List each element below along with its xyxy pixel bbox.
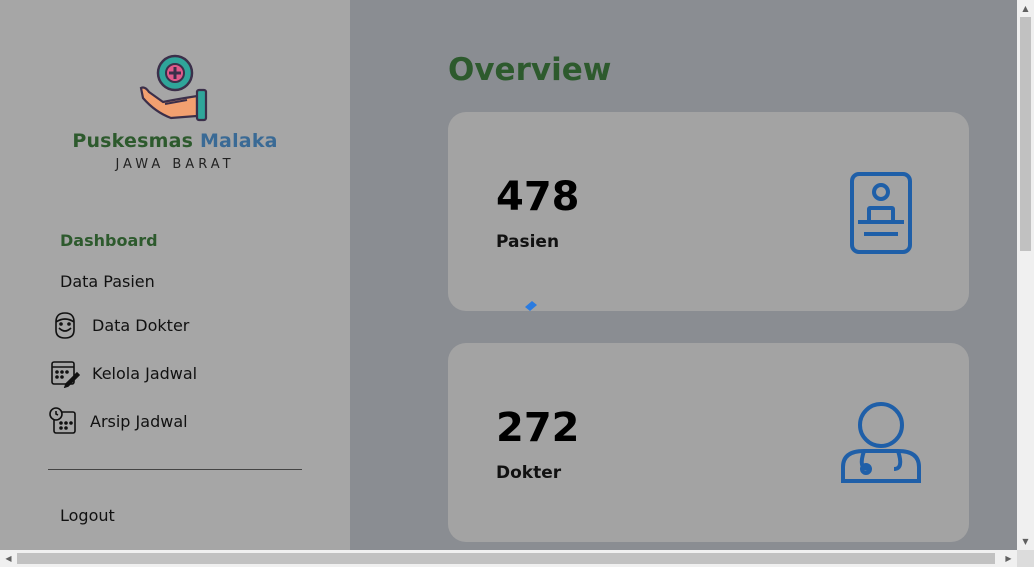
sidebar-item-label: Data Pasien bbox=[60, 271, 155, 291]
sidebar-item-kelola-jadwal[interactable]: Kelola Jadwal bbox=[50, 356, 197, 390]
brand-name: Puskesmas Malaka bbox=[0, 130, 350, 152]
horizontal-scroll-thumb[interactable] bbox=[17, 553, 995, 564]
stat-value: 272 bbox=[496, 405, 580, 451]
stat-card-pasien: 478 Pasien bbox=[448, 112, 969, 311]
stat-label: Pasien bbox=[496, 232, 560, 252]
scroll-down-icon[interactable]: ▼ bbox=[1017, 533, 1034, 550]
sidebar-item-arsip-jadwal[interactable]: Arsip Jadwal bbox=[48, 404, 188, 438]
sidebar-item-label: Arsip Jadwal bbox=[90, 411, 188, 431]
clock-calendar-icon bbox=[48, 406, 78, 436]
calendar-edit-icon bbox=[50, 358, 80, 388]
scroll-left-icon[interactable]: ◀ bbox=[0, 550, 17, 567]
stat-label: Dokter bbox=[496, 463, 562, 483]
sidebar-item-label: Dashboard bbox=[60, 230, 158, 250]
sidebar-divider bbox=[48, 469, 302, 470]
page-title: Overview bbox=[448, 52, 612, 88]
brand-name-part2: Malaka bbox=[199, 130, 278, 152]
brand-region: JAWA BARAT bbox=[115, 157, 235, 172]
sidebar-item-label: Data Dokter bbox=[92, 315, 190, 335]
sidebar: Puskesmas Malaka JAWA BARAT Dashboard Da… bbox=[0, 0, 350, 550]
scroll-right-icon[interactable]: ▶ bbox=[1000, 550, 1017, 567]
sidebar-item-data-dokter[interactable]: Data Dokter bbox=[50, 308, 189, 342]
scrollbar-corner bbox=[1017, 550, 1034, 567]
logo: Puskesmas Malaka JAWA BARAT bbox=[0, 52, 350, 172]
logout-button[interactable]: Logout bbox=[60, 498, 115, 532]
patient-id-card-icon bbox=[850, 172, 912, 258]
vertical-scrollbar[interactable]: ▲ ▼ bbox=[1017, 0, 1034, 550]
stat-card-dokter: 272 Dokter bbox=[448, 343, 969, 542]
brand-name-part1: Puskesmas bbox=[72, 130, 194, 152]
doctor-icon bbox=[840, 401, 922, 489]
health-hand-logo-icon bbox=[139, 54, 208, 122]
stat-value: 478 bbox=[496, 174, 580, 220]
sidebar-item-data-pasien[interactable]: Data Pasien bbox=[60, 264, 155, 298]
sidebar-item-label: Kelola Jadwal bbox=[92, 363, 198, 383]
logout-label: Logout bbox=[60, 505, 115, 525]
sidebar-item-dashboard[interactable]: Dashboard bbox=[60, 223, 158, 257]
doctor-head-icon bbox=[50, 310, 80, 340]
horizontal-scrollbar[interactable]: ◀ ▶ bbox=[0, 550, 1017, 567]
vertical-scroll-thumb[interactable] bbox=[1020, 17, 1031, 251]
main-content: Overview 478 Pasien 272 Dokter bbox=[350, 0, 1017, 550]
mouse-cursor-icon bbox=[523, 298, 539, 317]
scroll-up-icon[interactable]: ▲ bbox=[1017, 0, 1034, 17]
